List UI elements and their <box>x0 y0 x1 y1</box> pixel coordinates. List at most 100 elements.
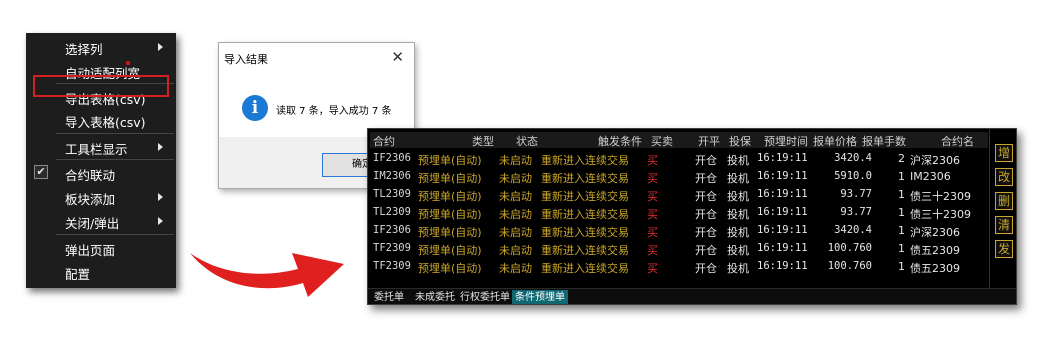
cell-type: 预埋单(自动) <box>418 172 482 185</box>
menu-item-label: 合约联动 <box>65 168 116 183</box>
tab-unfilled-orders[interactable]: 未成委托 <box>412 290 458 304</box>
cell-side: 买 <box>647 226 658 239</box>
cell-type: 预埋单(自动) <box>418 208 482 221</box>
col-header-time[interactable]: 预埋时间 <box>764 133 808 149</box>
cell-status: 未启动 <box>499 154 532 167</box>
cell-trigger: 重新进入连续交易 <box>541 244 629 257</box>
col-header-qty[interactable]: 报单手数 <box>862 133 906 149</box>
col-header-status[interactable]: 状态 <box>516 133 538 149</box>
menu-item-popup-page[interactable]: 弹出页面 <box>26 236 176 260</box>
cell-type: 预埋单(自动) <box>418 190 482 203</box>
cell-status: 未启动 <box>499 244 532 257</box>
cell-qty: 1 <box>898 206 905 219</box>
table-row[interactable]: TL2309 预埋单(自动) 未启动 重新进入连续交易 买 开仓 投机 16:1… <box>370 186 988 204</box>
cell-contract: IF2306 <box>373 152 411 164</box>
cell-qty: 1 <box>898 242 905 255</box>
tab-condition-orders[interactable]: 条件预埋单 <box>512 290 568 304</box>
cell-time: 16:19:11 <box>757 224 808 236</box>
menu-item-contract-link[interactable]: ✔ 合约联动 <box>26 161 176 185</box>
col-header-trigger[interactable]: 触发条件 <box>598 133 642 149</box>
cell-trigger: 重新进入连续交易 <box>541 172 629 185</box>
cell-name: 债三十2309 <box>910 190 971 203</box>
menu-item-sector-add[interactable]: 板块添加 <box>26 185 176 209</box>
menu-item-label: 弹出页面 <box>65 243 116 258</box>
cell-price: 100.760 <box>827 260 872 272</box>
col-header-name[interactable]: 合约名 <box>941 133 974 149</box>
cell-open: 开仓 <box>695 172 717 185</box>
table-row[interactable]: TL2309 预埋单(自动) 未启动 重新进入连续交易 买 开仓 投机 16:1… <box>370 204 988 222</box>
tab-orders[interactable]: 委托单 <box>371 290 407 304</box>
col-header-price[interactable]: 报单价格 <box>813 133 857 149</box>
send-button[interactable]: 发 <box>995 240 1013 258</box>
cell-hedge: 投机 <box>727 190 749 203</box>
checkbox-checked-icon[interactable]: ✔ <box>34 165 48 179</box>
submenu-arrow-icon <box>158 143 163 151</box>
menu-item-import-csv[interactable]: 导入表格(csv) <box>26 108 176 132</box>
cell-status: 未启动 <box>499 190 532 203</box>
cell-status: 未启动 <box>499 226 532 239</box>
condition-order-panel: 合约 类型 状态 触发条件 买卖 开平 投保 预埋时间 报单价格 报单手数 合约… <box>367 128 1017 305</box>
col-header-contract[interactable]: 合约 <box>373 133 395 149</box>
clear-button[interactable]: 清 <box>995 216 1013 234</box>
cell-time: 16:19:11 <box>757 188 808 200</box>
cell-side: 买 <box>647 244 658 257</box>
cell-name: 沪深2306 <box>910 226 960 239</box>
cell-name: 债五2309 <box>910 262 960 275</box>
cell-hedge: 投机 <box>727 172 749 185</box>
cell-side: 买 <box>647 154 658 167</box>
cell-hedge: 投机 <box>727 208 749 221</box>
cell-type: 预埋单(自动) <box>418 226 482 239</box>
menu-item-label: 板块添加 <box>65 192 116 207</box>
cell-contract: TL2309 <box>373 188 411 200</box>
submenu-arrow-icon <box>158 193 163 201</box>
menu-item-label: 选择列 <box>65 42 103 57</box>
cell-trigger: 重新进入连续交易 <box>541 208 629 221</box>
side-toolbar: 增 改 删 清 发 <box>989 129 1016 289</box>
tab-exercise-orders[interactable]: 行权委托单 <box>457 290 513 304</box>
dialog-titlebar: 导入结果 ✕ <box>219 43 414 73</box>
submenu-arrow-icon <box>158 217 163 225</box>
menu-item-close-popup[interactable]: 关闭/弹出 <box>26 209 176 233</box>
col-header-side[interactable]: 买卖 <box>651 133 673 149</box>
cell-qty: 1 <box>898 188 905 201</box>
cell-side: 买 <box>647 172 658 185</box>
cell-contract: TL2309 <box>373 206 411 218</box>
cell-price: 5910.0 <box>834 170 872 182</box>
table-row[interactable]: IM2306 预埋单(自动) 未启动 重新进入连续交易 买 开仓 投机 16:1… <box>370 168 988 186</box>
submenu-arrow-icon <box>158 43 163 51</box>
menu-item-label: 配置 <box>65 267 91 282</box>
cell-type: 预埋单(自动) <box>418 244 482 257</box>
cell-status: 未启动 <box>499 208 532 221</box>
cell-price: 100.760 <box>827 242 872 254</box>
menu-item-toolbar-display[interactable]: 工具栏显示 <box>26 135 176 159</box>
cell-side: 买 <box>647 190 658 203</box>
cell-price: 93.77 <box>840 188 872 200</box>
close-icon[interactable]: ✕ <box>391 48 404 66</box>
table-row[interactable]: TF2309 预埋单(自动) 未启动 重新进入连续交易 买 开仓 投机 16:1… <box>370 240 988 258</box>
menu-separator <box>56 133 174 134</box>
menu-item-label: 工具栏显示 <box>65 142 128 157</box>
cell-open: 开仓 <box>695 190 717 203</box>
modify-button[interactable]: 改 <box>995 168 1013 186</box>
cell-open: 开仓 <box>695 262 717 275</box>
cell-name: 债三十2309 <box>910 208 971 221</box>
cell-type: 预埋单(自动) <box>418 262 482 275</box>
col-header-hedge[interactable]: 投保 <box>729 133 751 149</box>
table-row[interactable]: IF2306 预埋单(自动) 未启动 重新进入连续交易 买 开仓 投机 16:1… <box>370 222 988 240</box>
delete-button[interactable]: 删 <box>995 192 1013 210</box>
table-header: 合约 类型 状态 触发条件 买卖 开平 投保 预埋时间 报单价格 报单手数 合约… <box>370 132 988 148</box>
cell-name: IM2306 <box>910 170 951 183</box>
col-header-type[interactable]: 类型 <box>472 133 494 149</box>
dialog-title: 导入结果 <box>224 53 268 66</box>
add-button[interactable]: 增 <box>995 144 1013 162</box>
menu-item-select-columns[interactable]: 选择列 <box>26 35 176 59</box>
col-header-open[interactable]: 开平 <box>698 133 720 149</box>
table-row[interactable]: TF2309 预埋单(自动) 未启动 重新进入连续交易 买 开仓 投机 16:1… <box>370 258 988 276</box>
red-arrow-icon <box>190 253 344 297</box>
table-row[interactable]: IF2306 预埋单(自动) 未启动 重新进入连续交易 买 开仓 投机 16:1… <box>370 150 988 168</box>
cell-contract: IM2306 <box>373 170 411 182</box>
menu-item-label: 关闭/弹出 <box>65 216 120 231</box>
cell-contract: IF2306 <box>373 224 411 236</box>
menu-item-config[interactable]: 配置 <box>26 260 176 284</box>
cell-side: 买 <box>647 208 658 221</box>
